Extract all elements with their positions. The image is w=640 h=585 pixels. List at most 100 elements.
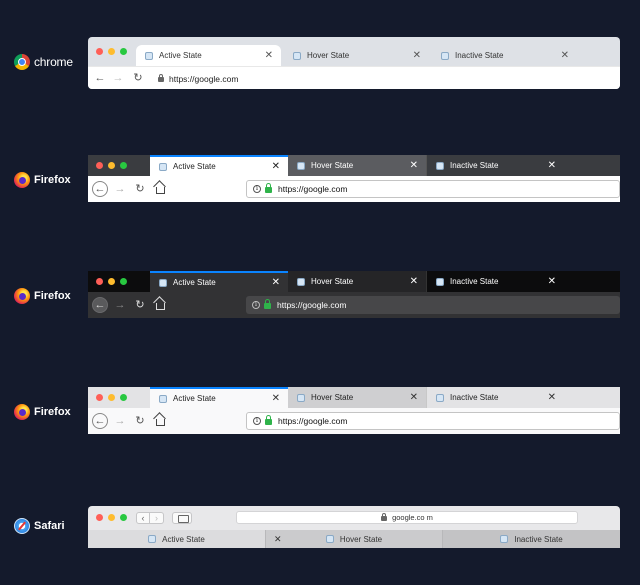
firefox-window-dark: Active State ✕ Hover State ✕ Inactive St…: [88, 271, 620, 318]
history-buttons: ‹ ›: [136, 512, 164, 524]
firefox-window-dark-tabs: Active State ✕ Hover State ✕ Inactive St…: [88, 155, 620, 202]
home-button[interactable]: [152, 297, 168, 313]
forward-chevron-icon[interactable]: ›: [150, 512, 164, 524]
tab-inactive[interactable]: Inactive State: [442, 530, 620, 548]
home-icon: [155, 187, 165, 194]
firefox-brand-name: Firefox: [34, 290, 71, 302]
firefox-logo-icon: [14, 288, 30, 304]
reload-icon[interactable]: ↻: [132, 181, 148, 197]
home-button[interactable]: [152, 413, 168, 429]
reload-icon[interactable]: ↻: [132, 413, 148, 429]
tab-close-icon[interactable]: ✕: [265, 50, 273, 61]
tab-hover[interactable]: ✕ Hover State: [265, 530, 442, 548]
lock-icon: [264, 299, 271, 309]
forward-arrow-icon[interactable]: →: [112, 413, 128, 429]
tab-label: Inactive State: [450, 277, 499, 286]
tab-active[interactable]: Active State ✕: [150, 155, 288, 176]
tab-hover[interactable]: Hover State ✕: [288, 387, 426, 408]
tab-close-icon[interactable]: ✕: [548, 276, 556, 287]
minimize-window-button[interactable]: [108, 278, 115, 285]
favicon-icon: [325, 535, 334, 543]
forward-arrow-icon[interactable]: →: [110, 70, 126, 86]
address-bar[interactable]: i https://google.com: [246, 180, 620, 198]
tab-hover[interactable]: Hover State ✕: [284, 45, 429, 66]
tab-close-icon[interactable]: ✕: [274, 534, 282, 545]
tab-label: Inactive State: [450, 161, 499, 170]
info-icon[interactable]: i: [253, 417, 261, 425]
firefox-brand: Firefox: [14, 288, 71, 304]
address-bar[interactable]: https://google.com: [158, 72, 238, 85]
minimize-window-button[interactable]: [108, 48, 115, 55]
maximize-window-button[interactable]: [120, 278, 127, 285]
tab-inactive[interactable]: Inactive State ✕: [426, 387, 564, 408]
home-button[interactable]: [152, 181, 168, 197]
back-arrow-icon[interactable]: ←: [92, 413, 108, 429]
close-window-button[interactable]: [96, 278, 103, 285]
address-bar[interactable]: i https://google.com: [246, 412, 620, 430]
window-controls: [96, 48, 127, 55]
url-text: google.co m: [392, 513, 433, 522]
tab-label: Hover State: [311, 161, 354, 170]
tab-hover[interactable]: Hover State ✕: [288, 155, 426, 176]
forward-arrow-icon[interactable]: →: [112, 297, 128, 313]
sidebar-icon[interactable]: [172, 512, 192, 524]
tab-inactive[interactable]: Inactive State ✕: [426, 155, 564, 176]
maximize-window-button[interactable]: [120, 394, 127, 401]
tab-close-icon[interactable]: ✕: [548, 392, 556, 403]
window-controls: [96, 394, 127, 401]
close-window-button[interactable]: [96, 162, 103, 169]
back-chevron-icon[interactable]: ‹: [136, 512, 150, 524]
tab-close-icon[interactable]: ✕: [413, 50, 421, 61]
safari-brand: Safari: [14, 518, 65, 534]
tab-close-icon[interactable]: ✕: [272, 161, 280, 172]
maximize-window-button[interactable]: [120, 514, 127, 521]
close-window-button[interactable]: [96, 48, 103, 55]
close-window-button[interactable]: [96, 394, 103, 401]
tab-inactive[interactable]: Inactive State ✕: [432, 45, 577, 66]
favicon-icon: [159, 278, 167, 287]
reload-icon[interactable]: ↻: [132, 297, 148, 313]
tab-inactive[interactable]: Inactive State ✕: [426, 271, 564, 292]
safari-brand-name: Safari: [34, 520, 65, 532]
address-bar[interactable]: google.co m: [236, 511, 578, 524]
tab-close-icon[interactable]: ✕: [272, 277, 280, 288]
maximize-window-button[interactable]: [120, 162, 127, 169]
tab-close-icon[interactable]: ✕: [410, 160, 418, 171]
tab-active[interactable]: Active State ✕: [136, 45, 281, 66]
back-arrow-icon[interactable]: ←: [92, 297, 108, 313]
tab-close-icon[interactable]: ✕: [272, 393, 280, 404]
favicon-icon: [436, 161, 444, 170]
close-window-button[interactable]: [96, 514, 103, 521]
tab-close-icon[interactable]: ✕: [410, 276, 418, 287]
favicon-icon: [159, 394, 167, 403]
favicon-icon: [293, 51, 301, 60]
favicon-icon: [436, 393, 444, 402]
tab-active[interactable]: Active State ✕: [150, 271, 288, 292]
maximize-window-button[interactable]: [120, 48, 127, 55]
favicon-icon: [159, 162, 167, 171]
tab-active[interactable]: Active State: [88, 530, 265, 548]
minimize-window-button[interactable]: [108, 394, 115, 401]
window-controls: [96, 278, 127, 285]
tab-close-icon[interactable]: ✕: [561, 50, 569, 61]
safari-logo-icon: [14, 518, 30, 534]
info-icon[interactable]: i: [253, 185, 261, 193]
tab-close-icon[interactable]: ✕: [410, 392, 418, 403]
back-arrow-icon[interactable]: ←: [92, 70, 108, 86]
firefox-brand: Firefox: [14, 172, 71, 188]
favicon-icon: [441, 51, 449, 60]
tab-hover[interactable]: Hover State ✕: [288, 271, 426, 292]
minimize-window-button[interactable]: [108, 514, 115, 521]
minimize-window-button[interactable]: [108, 162, 115, 169]
address-bar[interactable]: i https://google.com: [246, 296, 620, 314]
info-icon[interactable]: i: [252, 301, 260, 309]
favicon-icon: [436, 277, 444, 286]
firefox-logo-icon: [14, 404, 30, 420]
tab-label: Hover State: [311, 393, 354, 402]
back-arrow-icon[interactable]: ←: [92, 181, 108, 197]
forward-arrow-icon[interactable]: →: [112, 181, 128, 197]
reload-icon[interactable]: ↻: [130, 70, 146, 86]
favicon-icon: [145, 51, 153, 60]
tab-close-icon[interactable]: ✕: [548, 160, 556, 171]
tab-active[interactable]: Active State ✕: [150, 387, 288, 408]
